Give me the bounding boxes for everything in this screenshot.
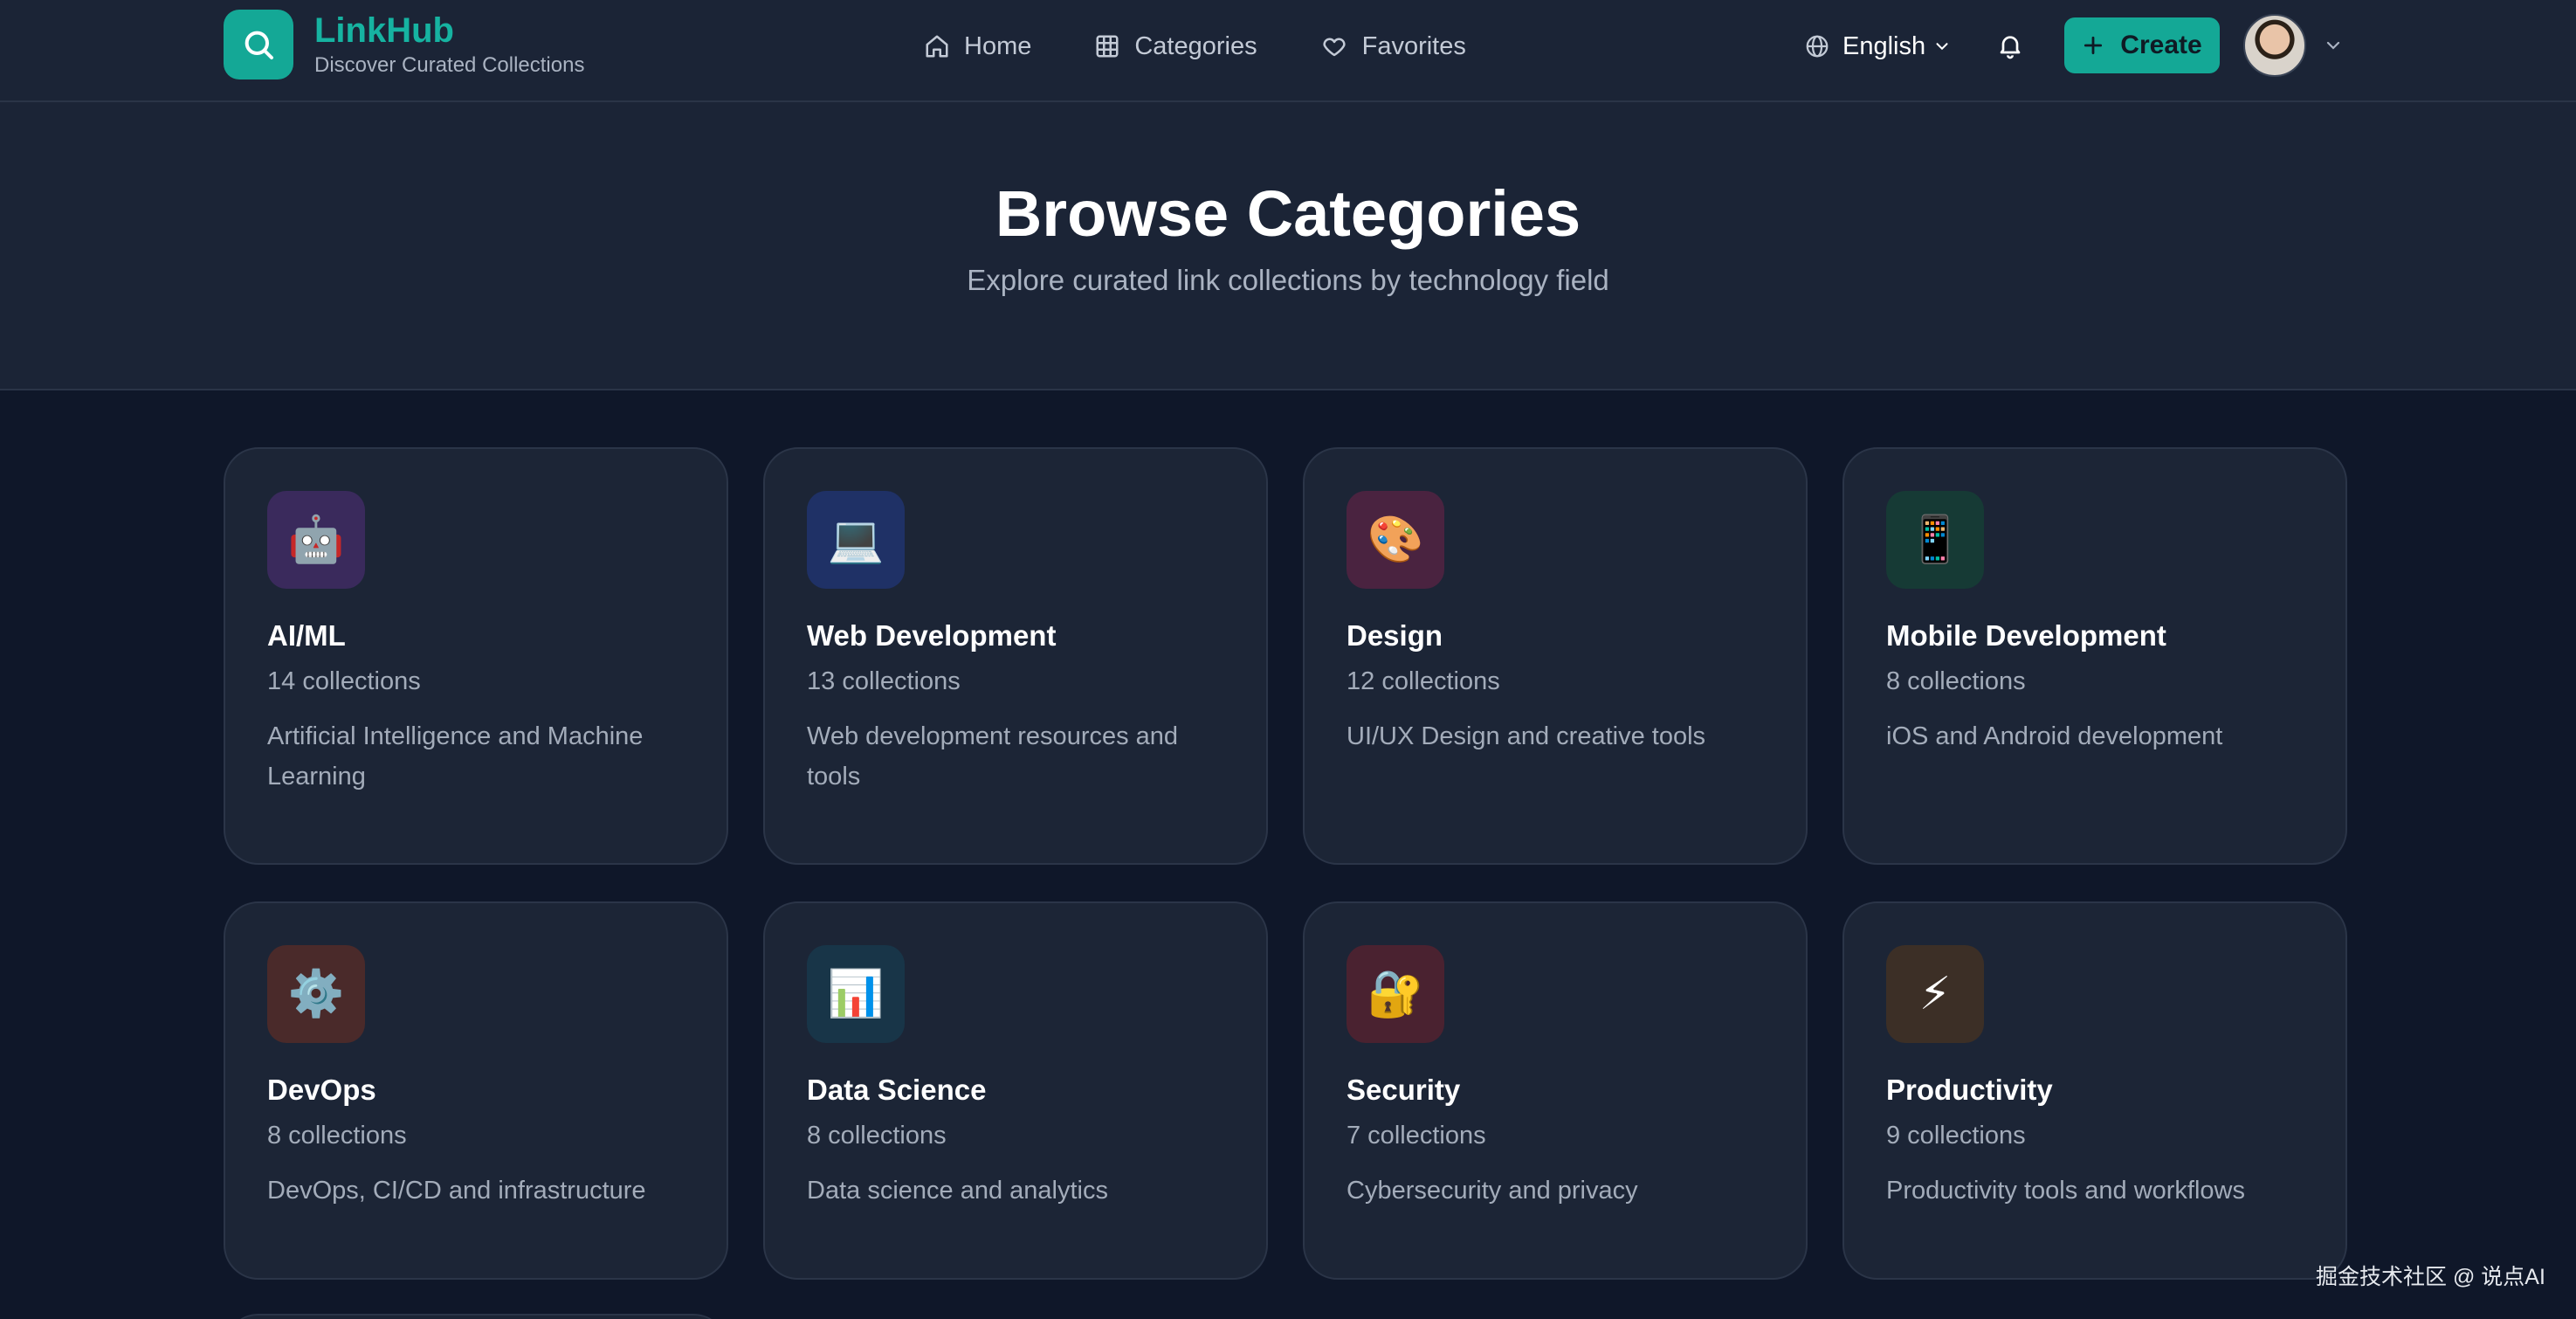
nav-categories[interactable]: Categories — [1094, 32, 1257, 61]
robot-icon: 🤖 — [267, 491, 365, 589]
page-title: Browse Categories — [995, 177, 1581, 250]
category-title: Data Science — [807, 1074, 987, 1106]
top-header: LinkHub Discover Curated Collections Hom… — [0, 0, 2576, 102]
nav-home-label: Home — [964, 31, 1032, 60]
account-menu-chevron[interactable] — [2323, 35, 2344, 60]
category-description: UI/UX Design and creative tools — [1347, 722, 1706, 750]
category-card-web-development[interactable]: 💻 Web Development 13 collections Web dev… — [763, 447, 1268, 865]
category-count: 14 collections — [267, 667, 421, 695]
user-avatar[interactable] — [2243, 14, 2306, 77]
category-count: 8 collections — [1886, 667, 2026, 695]
globe-icon — [1806, 35, 1829, 58]
category-count: 8 collections — [807, 1122, 947, 1150]
chevron-down-icon — [2326, 41, 2340, 50]
palette-icon: 🎨 — [1347, 491, 1444, 589]
gear-icon: ⚙️ — [267, 945, 365, 1043]
category-title: Productivity — [1886, 1074, 2053, 1106]
category-card-design[interactable]: 🎨 Design 12 collections UI/UX Design and… — [1303, 447, 1808, 865]
category-description: DevOps, CI/CD and infrastructure — [267, 1177, 646, 1205]
language-label: English — [1842, 31, 1926, 60]
category-description: iOS and Android development — [1886, 722, 2223, 750]
nav-home[interactable]: Home — [924, 32, 1031, 61]
category-count: 7 collections — [1347, 1122, 1486, 1150]
category-card-partial[interactable] — [224, 1314, 728, 1319]
plus-icon — [2084, 36, 2103, 55]
category-title: Design — [1347, 619, 1443, 652]
category-card-ai-ml[interactable]: 🤖 AI/ML 14 collections Artificial Intell… — [224, 447, 728, 865]
category-description: Web development resources and tools — [807, 722, 1179, 791]
category-title: Security — [1347, 1074, 1461, 1106]
category-count: 13 collections — [807, 667, 961, 695]
lightning-icon: ⚡ — [1886, 945, 1984, 1043]
brand[interactable]: LinkHub Discover Curated Collections — [224, 10, 584, 79]
category-title: AI/ML — [267, 619, 346, 652]
mobile-phone-icon: 📱 — [1886, 491, 1984, 589]
nav-favorites[interactable]: Favorites — [1320, 32, 1466, 61]
chevron-down-icon — [1936, 43, 1948, 51]
category-card-security[interactable]: 🔐 Security 7 collections Cybersecurity a… — [1303, 901, 1808, 1280]
category-title: DevOps — [267, 1074, 376, 1106]
page-subtitle: Explore curated link collections by tech… — [967, 264, 1609, 296]
category-description: Cybersecurity and privacy — [1347, 1177, 1638, 1205]
lock-key-icon: 🔐 — [1347, 945, 1444, 1043]
hero-section: Browse Categories Explore curated link c… — [0, 102, 2576, 390]
category-title: Web Development — [807, 619, 1057, 652]
home-icon — [926, 35, 948, 58]
nav-categories-label: Categories — [1134, 31, 1257, 60]
brand-tagline: Discover Curated Collections — [314, 53, 585, 77]
main-nav: Home Categories Favorites — [924, 24, 1529, 68]
create-label: Create — [2120, 31, 2202, 59]
category-description: Artificial Intelligence and Machine Lear… — [267, 722, 644, 791]
search-logo-icon — [224, 10, 293, 79]
bell-icon — [2000, 36, 2021, 59]
grid-icon — [1096, 35, 1119, 58]
category-title: Mobile Development — [1886, 619, 2166, 652]
page: LinkHub Discover Curated Collections Hom… — [0, 0, 2576, 1319]
category-card-data-science[interactable]: 📊 Data Science 8 collections Data scienc… — [763, 901, 1268, 1280]
nav-favorites-label: Favorites — [1361, 31, 1466, 60]
category-count: 8 collections — [267, 1122, 407, 1150]
category-card-productivity[interactable]: ⚡ Productivity 9 collections Productivit… — [1842, 901, 2347, 1280]
category-card-mobile-development[interactable]: 📱 Mobile Development 8 collections iOS a… — [1842, 447, 2347, 865]
category-count: 9 collections — [1886, 1122, 2026, 1150]
heart-icon — [1323, 38, 1346, 57]
create-button[interactable]: Create — [2064, 17, 2220, 73]
brand-name: LinkHub — [314, 11, 454, 50]
language-selector[interactable]: English — [1804, 24, 1952, 68]
category-description: Data science and analytics — [807, 1177, 1108, 1205]
category-count: 12 collections — [1347, 667, 1500, 695]
laptop-icon: 💻 — [807, 491, 905, 589]
notifications-button[interactable] — [1996, 31, 2024, 64]
category-card-devops[interactable]: ⚙️ DevOps 8 collections DevOps, CI/CD an… — [224, 901, 728, 1280]
category-description: Productivity tools and workflows — [1886, 1177, 2245, 1205]
watermark: 掘金技术社区 @ 说点AI — [2316, 1265, 2545, 1289]
bar-chart-icon: 📊 — [807, 945, 905, 1043]
